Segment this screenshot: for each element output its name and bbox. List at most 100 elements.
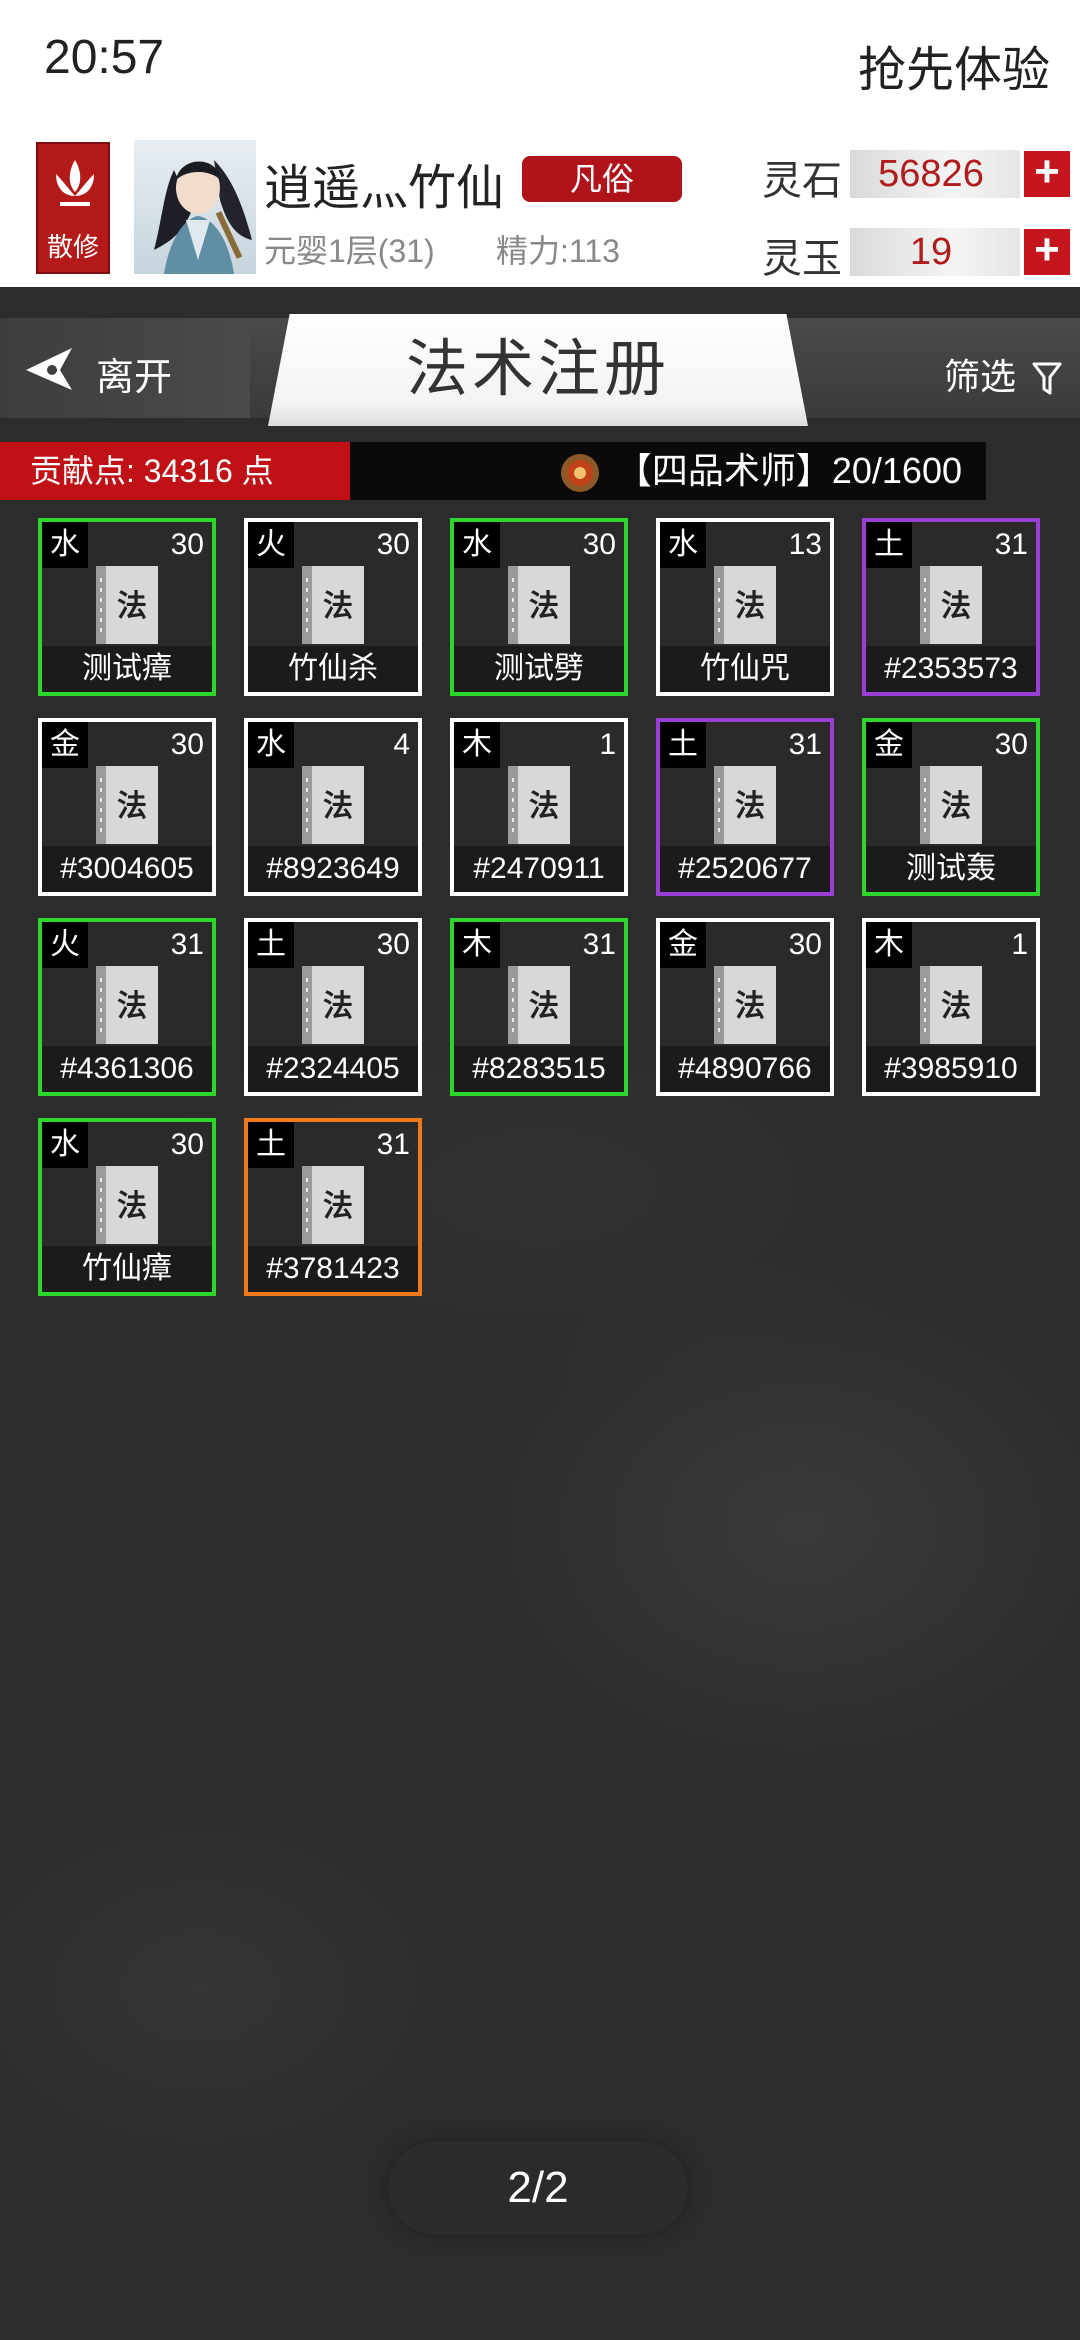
spell-level: 30 (170, 528, 204, 561)
spirit-jade-label: 灵玉 (762, 237, 842, 281)
spell-card[interactable]: 水 30 法竹仙瘴 (38, 1118, 216, 1296)
book-glyph: 法 (117, 1189, 147, 1224)
element-tag: 土 (660, 722, 706, 768)
spell-name: #3985910 (866, 1046, 1036, 1092)
spell-book-icon: 法 (302, 966, 364, 1044)
spell-level: 1 (1011, 928, 1028, 961)
player-header: 散修 逍遥灬竹仙 凡俗 元婴1层(31) 精力:113 灵石 56826 + 灵… (0, 130, 1080, 287)
book-glyph: 法 (117, 789, 147, 824)
spirit-jade-value: 19 (850, 228, 1020, 276)
element-tag: 水 (248, 722, 294, 768)
page-indicator[interactable]: 2/2 (388, 2142, 688, 2234)
spell-book-icon: 法 (508, 966, 570, 1044)
spell-book-icon: 法 (302, 1166, 364, 1244)
spell-card[interactable]: 土 31 法 #2520677 (656, 718, 834, 896)
spell-level: 13 (788, 528, 822, 561)
spell-name: #8283515 (454, 1046, 624, 1092)
book-glyph: 法 (529, 589, 559, 624)
book-glyph: 法 (941, 989, 971, 1024)
spell-card[interactable]: 金 30 法测试轰 (862, 718, 1040, 896)
filter-button[interactable]: 筛选 (944, 348, 1062, 400)
spell-name: 竹仙瘴 (42, 1246, 212, 1292)
rank-badge: 凡俗 (522, 156, 682, 202)
book-glyph: 法 (941, 789, 971, 824)
sect-badge[interactable]: 散修 (36, 142, 110, 274)
spell-level: 30 (376, 928, 410, 961)
master-title: 【四品术师】20/1600 (615, 450, 962, 491)
book-glyph: 法 (323, 589, 353, 624)
spell-level: 4 (393, 728, 410, 761)
spell-name: #3781423 (248, 1246, 418, 1292)
spell-card[interactable]: 木 1 法 #3985910 (862, 918, 1040, 1096)
book-glyph: 法 (941, 589, 971, 624)
spell-card[interactable]: 火 31 法 #4361306 (38, 918, 216, 1096)
element-tag: 木 (454, 722, 500, 768)
spell-level: 30 (994, 728, 1028, 761)
leave-button[interactable]: 离开 (0, 318, 250, 418)
spell-name: #2353573 (866, 646, 1036, 692)
spell-name: 竹仙杀 (248, 646, 418, 692)
book-glyph: 法 (323, 989, 353, 1024)
spell-level: 30 (582, 528, 616, 561)
spell-card[interactable]: 火 30 法竹仙杀 (244, 518, 422, 696)
element-tag: 水 (42, 1122, 88, 1168)
badge-label: 散修 (46, 232, 99, 262)
medal-icon (560, 454, 599, 493)
status-bar: 20:57 抢先体验 (0, 0, 1080, 130)
spell-card[interactable]: 金 30 法 #4890766 (656, 918, 834, 1096)
page-title: 法术注册 (268, 314, 808, 426)
clock: 20:57 (44, 31, 165, 84)
player-name: 逍遥灬竹仙 (264, 162, 505, 215)
spell-book-icon: 法 (714, 766, 776, 844)
spell-book-icon: 法 (96, 766, 158, 844)
spell-level: 31 (582, 928, 616, 961)
spell-name: #2324405 (248, 1046, 418, 1092)
spell-card[interactable]: 金 30 法 #3004605 (38, 718, 216, 896)
book-glyph: 法 (117, 589, 147, 624)
spell-level: 30 (170, 1128, 204, 1161)
element-tag: 火 (248, 522, 294, 568)
spell-book-icon: 法 (96, 966, 158, 1044)
spell-card[interactable]: 土 30 法 #2324405 (244, 918, 422, 1096)
spirit-stone-value: 56826 (850, 150, 1020, 198)
spell-name: #2470911 (454, 846, 624, 892)
spell-card[interactable]: 土 31 法 #2353573 (862, 518, 1040, 696)
spell-level: 30 (170, 728, 204, 761)
spell-book-icon: 法 (714, 966, 776, 1044)
element-tag: 水 (454, 522, 500, 568)
book-glyph: 法 (735, 989, 765, 1024)
spell-card[interactable]: 木 1 法 #2470911 (450, 718, 628, 896)
early-access-label: 抢先体验 (857, 44, 1050, 97)
spell-book-icon: 法 (714, 566, 776, 644)
spell-name: #3004605 (42, 846, 212, 892)
add-spirit-stone-button[interactable]: + (1024, 150, 1070, 197)
element-tag: 金 (660, 922, 706, 968)
spell-book-icon: 法 (302, 566, 364, 644)
funnel-icon (1032, 362, 1062, 395)
element-tag: 土 (248, 922, 294, 968)
contribution-points: 贡献点: 34316 点 (0, 442, 350, 500)
spell-card[interactable]: 水 30 法测试瘴 (38, 518, 216, 696)
title-bar: 离开 法术注册 筛选 (0, 314, 1080, 426)
spell-name: 测试劈 (454, 646, 624, 692)
spell-card[interactable]: 水 13 法竹仙咒 (656, 518, 834, 696)
spell-book-icon: 法 (96, 1166, 158, 1244)
spell-level: 31 (170, 928, 204, 961)
avatar-portrait (154, 160, 252, 274)
element-tag: 木 (866, 922, 912, 968)
spirit-stone-label: 灵石 (762, 159, 842, 203)
back-arrow-icon (26, 348, 72, 390)
avatar[interactable] (134, 140, 256, 274)
spell-card[interactable]: 土 31 法 #3781423 (244, 1118, 422, 1296)
spell-card[interactable]: 水 30 法测试劈 (450, 518, 628, 696)
element-tag: 木 (454, 922, 500, 968)
element-tag: 水 (660, 522, 706, 568)
spell-book-icon: 法 (920, 566, 982, 644)
add-spirit-jade-button[interactable]: + (1024, 228, 1070, 275)
spell-card[interactable]: 水 4 法 #8923649 (244, 718, 422, 896)
book-glyph: 法 (735, 789, 765, 824)
spell-name: #4361306 (42, 1046, 212, 1092)
energy-value: 精力:113 (496, 233, 620, 269)
spell-card[interactable]: 木 31 法 #8283515 (450, 918, 628, 1096)
master-title-bar: 【四品术师】20/1600 (350, 442, 986, 500)
